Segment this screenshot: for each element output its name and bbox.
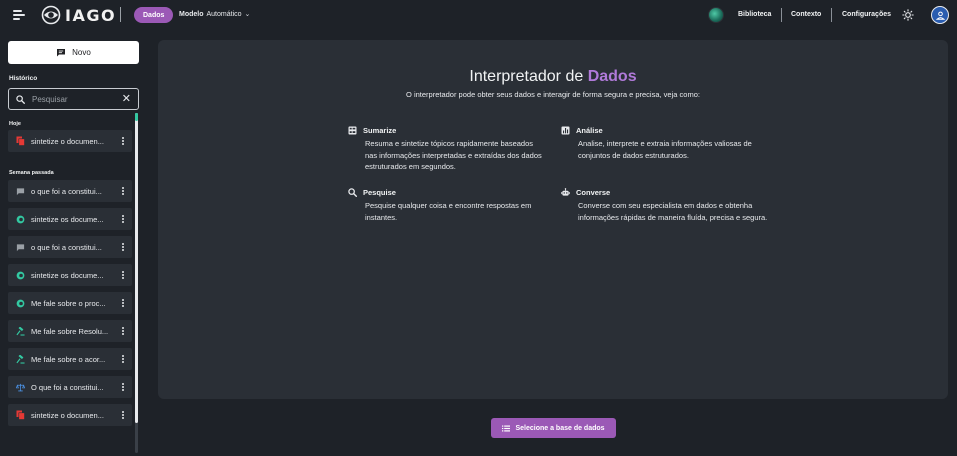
feature-title: Pesquise [363, 188, 396, 197]
top-bar: IAGO Dados Modelo Automático ⌄ Bibliotec… [0, 0, 957, 30]
more-options-icon[interactable] [119, 136, 127, 146]
feature-title: Análise [576, 126, 603, 135]
history-item-label: O que foi a constitui... [31, 382, 104, 392]
logo-text: IAGO [65, 5, 117, 25]
eye-logo-icon [41, 5, 61, 25]
model-selector[interactable]: Modelo Automático ⌄ [179, 10, 251, 19]
chevron-down-icon: ⌄ [244, 11, 251, 18]
group-label-semana-passada: Semana passada [9, 170, 54, 176]
more-options-icon[interactable] [119, 354, 127, 364]
robot-icon [561, 188, 570, 196]
group-label-hoje: Hoje [9, 121, 21, 127]
history-item[interactable]: o que foi a constitui... [8, 180, 132, 202]
bar-chart-icon [561, 126, 570, 135]
mode-pill-dados[interactable]: Dados [134, 7, 174, 23]
select-database-button[interactable]: Selecione a base de dados [491, 418, 616, 438]
page-subtitle: O interpretador pode obter seus dados e … [406, 90, 700, 99]
ai-logo-icon [16, 271, 25, 280]
feature-converse: Converse Converse com seu especialista e… [561, 188, 767, 223]
history-item[interactable]: sintetize o documen... [8, 130, 132, 152]
hamburger-menu-icon[interactable] [13, 10, 25, 20]
globe-status-icon[interactable] [708, 7, 724, 23]
model-value: Automático [206, 10, 242, 18]
nav-biblioteca[interactable]: Biblioteca [738, 11, 771, 18]
history-item-label: sintetize o documen... [31, 410, 104, 420]
user-avatar[interactable] [931, 6, 949, 24]
sidebar-scrollbar[interactable] [135, 113, 138, 453]
feature-analise: Análise Analise, interprete e extraia in… [561, 126, 761, 161]
history-item[interactable]: sintetize o documen... [8, 404, 132, 426]
feature-sumarize: Sumarize Resuma e sintetize tópicos rapi… [348, 126, 548, 173]
feature-desc: Pesquise qualquer coisa e encontre respo… [365, 201, 532, 222]
scales-icon [16, 383, 25, 392]
sidebar: Novo Histórico Pesquisar ✕ Hoje sintetiz… [0, 30, 148, 456]
ai-logo-icon [16, 299, 25, 308]
document-stack-icon [16, 136, 25, 146]
history-item-label: o que foi a constitui... [31, 242, 102, 252]
search-placeholder: Pesquisar [32, 94, 68, 104]
feature-desc: Converse com seu especialista em dados e… [578, 201, 768, 222]
new-chat-button[interactable]: Novo [8, 41, 139, 64]
feature-desc: Analise, interprete e extraia informaçõe… [578, 139, 752, 160]
logo: IAGO [41, 5, 116, 25]
gavel-icon [16, 326, 25, 336]
history-item[interactable]: sintetize os docume... [8, 208, 132, 230]
history-title: Histórico [9, 75, 38, 82]
history-item[interactable]: sintetize os docume... [8, 264, 132, 286]
history-item[interactable]: Me fale sobre Resolu... [8, 320, 132, 342]
history-search-input[interactable]: Pesquisar ✕ [8, 88, 139, 110]
more-options-icon[interactable] [119, 242, 127, 252]
model-label: Modelo [179, 10, 204, 18]
more-options-icon[interactable] [119, 326, 127, 336]
main-panel: Interpretador de Dados O interpretador p… [158, 40, 948, 399]
history-item-label: Me fale sobre o acor... [31, 354, 106, 364]
history-item-label: o que foi a constitui... [31, 186, 102, 196]
feature-title: Sumarize [363, 126, 397, 135]
ai-logo-icon [16, 215, 25, 224]
history-item-label: sintetize o documen... [31, 136, 104, 146]
history-item[interactable]: o que foi a constitui... [8, 236, 132, 258]
history-item-label: Me fale sobre Resolu... [31, 326, 109, 336]
feature-title: Converse [576, 188, 611, 197]
feature-desc: Resuma e sintetize tópicos rapidamente b… [365, 139, 542, 171]
more-options-icon[interactable] [119, 382, 127, 392]
new-chat-label: Novo [72, 48, 91, 57]
divider [831, 8, 832, 22]
document-stack-icon [16, 410, 25, 420]
nav-contexto[interactable]: Contexto [791, 11, 821, 18]
nav-configuracoes[interactable]: Configurações [842, 11, 891, 18]
title-highlight: Dados [587, 68, 637, 85]
select-database-label: Selecione a base de dados [515, 424, 605, 432]
more-options-icon[interactable] [119, 186, 127, 196]
history-item[interactable]: O que foi a constitui... [8, 376, 132, 398]
summary-icon [348, 126, 357, 135]
history-item-label: sintetize os docume... [31, 214, 104, 224]
history-item-label: Me fale sobre o proc... [31, 298, 106, 308]
more-options-icon[interactable] [119, 214, 127, 224]
more-options-icon[interactable] [119, 410, 127, 420]
title-prefix: Interpretador de [469, 68, 588, 85]
gavel-icon [16, 354, 25, 364]
divider [120, 7, 121, 22]
theme-toggle-sun-icon[interactable] [902, 9, 914, 21]
chat-icon [16, 243, 25, 252]
clear-search-icon[interactable]: ✕ [122, 93, 131, 105]
divider [781, 8, 782, 22]
more-options-icon[interactable] [119, 298, 127, 308]
search-icon [348, 188, 357, 197]
feature-pesquise: Pesquise Pesquise qualquer coisa e encon… [348, 188, 548, 223]
list-icon [502, 425, 511, 431]
history-item[interactable]: Me fale sobre o proc... [8, 292, 132, 314]
scrollbar-thumb[interactable] [135, 113, 138, 423]
user-icon [935, 11, 945, 20]
new-chat-icon [57, 49, 66, 57]
page-title: Interpretador de Dados [158, 68, 948, 86]
more-options-icon[interactable] [119, 270, 127, 280]
chat-icon [16, 187, 25, 196]
history-item-label: sintetize os docume... [31, 270, 104, 280]
search-icon [16, 94, 25, 104]
history-item[interactable]: Me fale sobre o acor... [8, 348, 132, 370]
